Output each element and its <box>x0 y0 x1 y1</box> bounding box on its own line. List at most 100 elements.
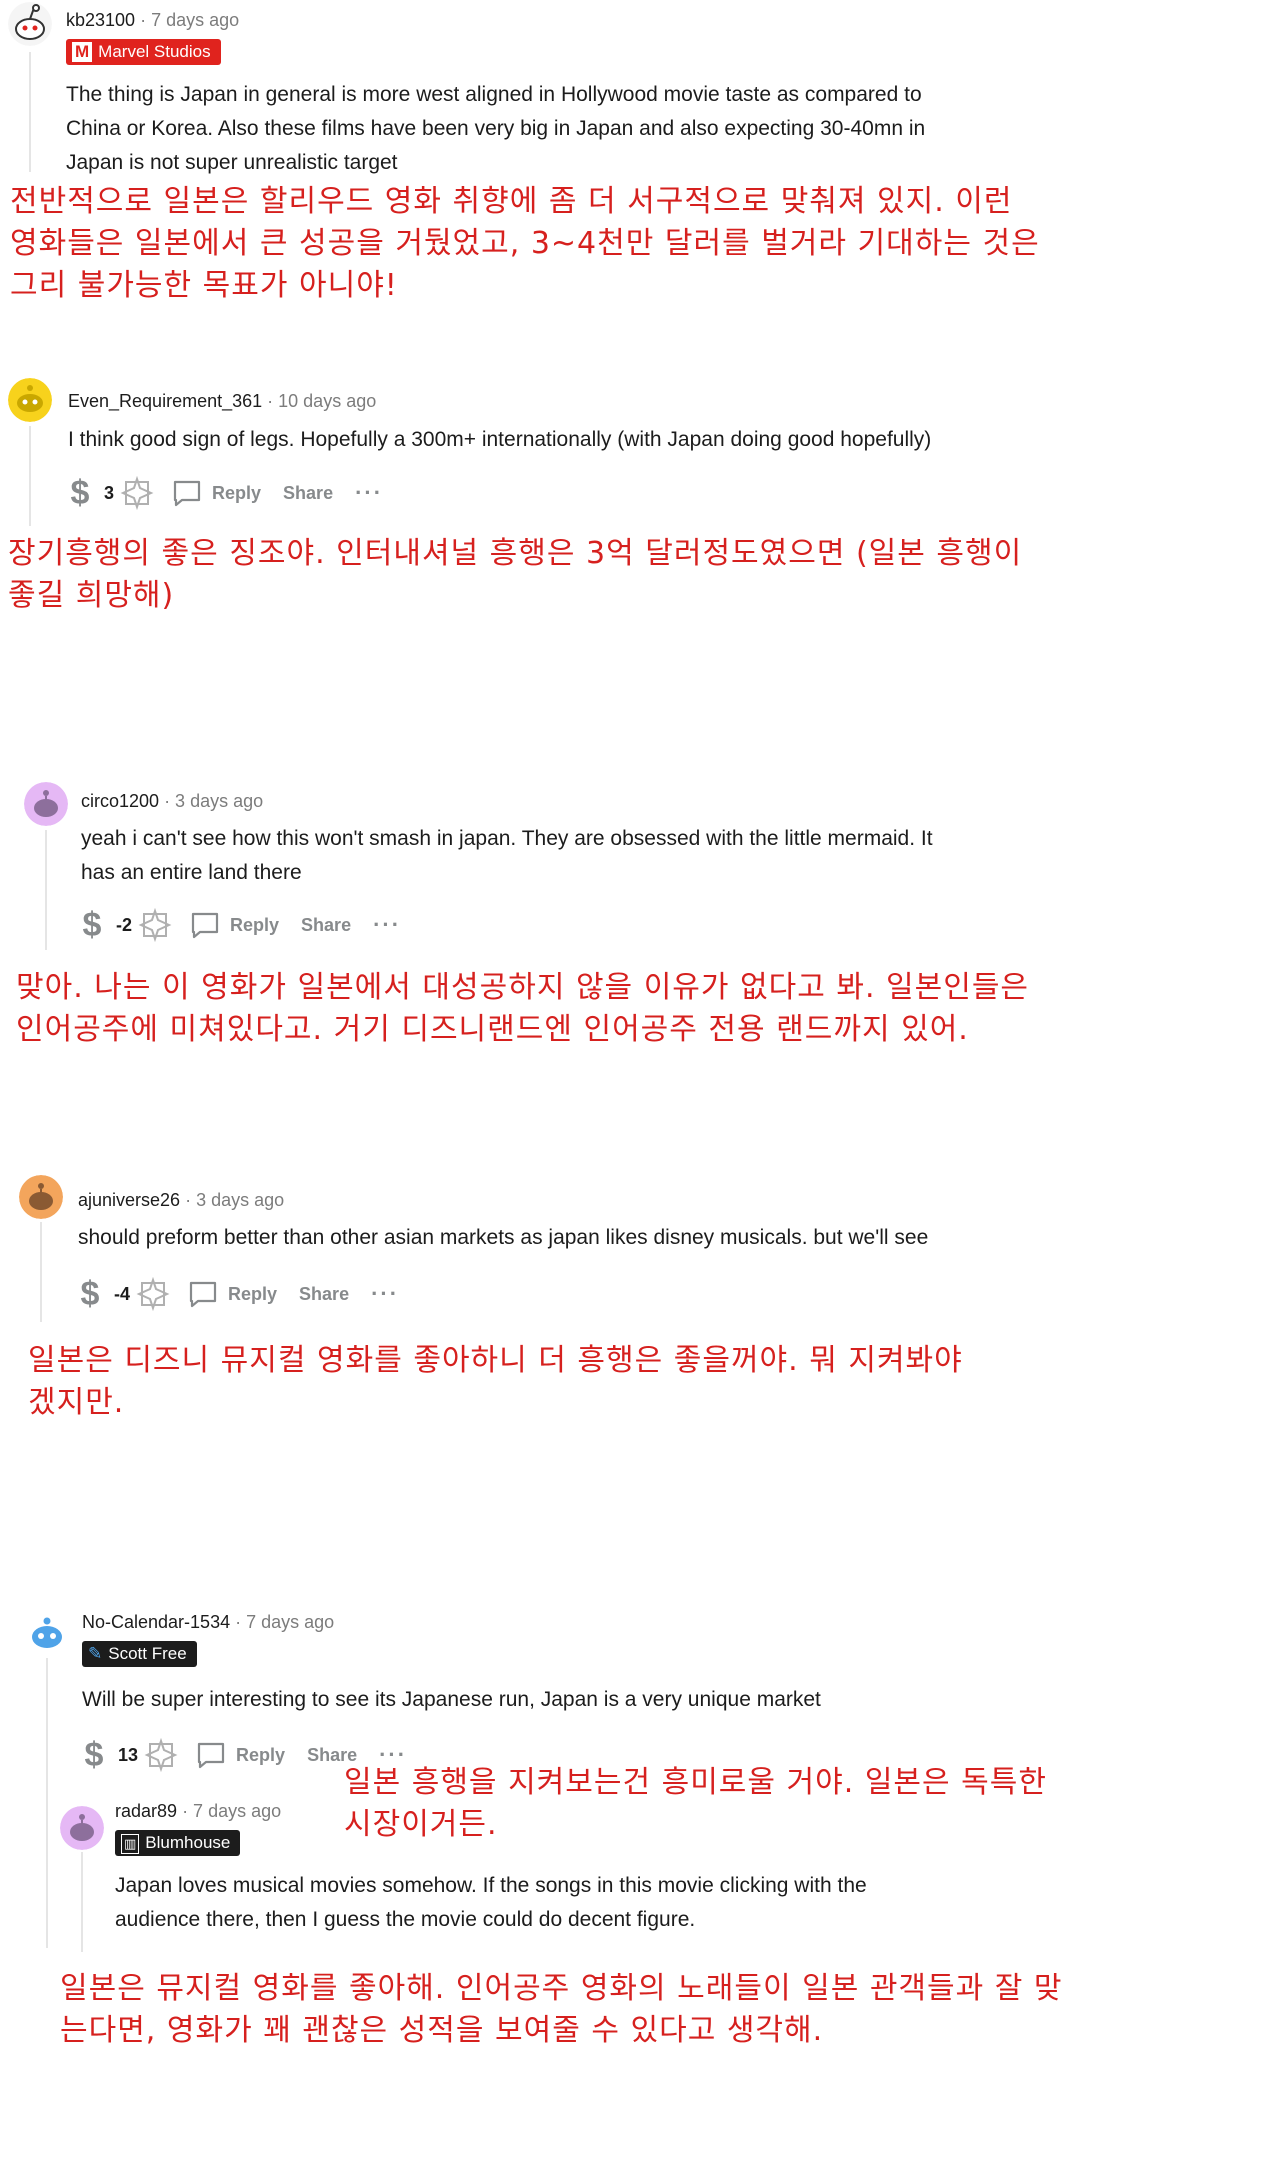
user-flair: ▥ Blumhouse <box>115 1830 241 1856</box>
feather-icon: ✎ <box>88 1644 103 1663</box>
translation-line: 일본은 뮤지컬 영화를 좋아해. 인어공주 영화의 노래들이 일본 관객들과 잘… <box>60 1971 1063 2006</box>
translation-line: 일본은 디즈니 뮤지컬 영화를 좋아하니 더 흥행은 좋을꺼야. 뭐 지켜봐야 <box>28 1343 963 1378</box>
korean-translation: 장기흥행의 좋은 징조야. 인터내셔널 흥행은 3억 달러정도였으면 (일본 흥… <box>8 533 1022 617</box>
username[interactable]: Even_Requirement_361 <box>68 391 262 411</box>
reply-button[interactable]: Reply <box>190 911 279 939</box>
comment-actions: $ -2 Reply Share ··· <box>78 905 401 945</box>
translation-line: 일본 흥행을 지켜보는건 흥미로울 거야. 일본은 독특한 <box>344 1765 1047 1800</box>
timestamp: · 3 days ago <box>164 791 264 811</box>
downvote-burst-icon[interactable] <box>138 908 172 942</box>
timestamp: · 10 days ago <box>267 391 377 411</box>
translation-line: 전반적으로 일본은 할리우드 영화 취향에 좀 더 서구적으로 맞춰져 있지. … <box>10 184 1013 219</box>
translation-line: 는다면, 영화가 꽤 괜찮은 성적을 보여줄 수 있다고 생각해. <box>60 2013 824 2048</box>
avatar[interactable] <box>24 782 68 826</box>
comment-bubble-icon <box>173 480 201 507</box>
comment-body: Will be super interesting to see its Jap… <box>82 1683 821 1717</box>
body-line: I think good sign of legs. Hopefully a 3… <box>68 428 932 451</box>
flair-label: Marvel Studios <box>98 42 211 61</box>
blumhouse-logo-icon: ▥ <box>121 1834 140 1854</box>
comment-bubble-icon <box>191 912 219 939</box>
reply-label: Reply <box>228 1283 278 1304</box>
username-line: circo1200 · 3 days ago <box>81 791 263 812</box>
username[interactable]: kb23100 <box>66 10 135 30</box>
timestamp: · 7 days ago <box>140 10 240 30</box>
vote-score: 3 <box>104 482 115 503</box>
body-line: audience there, then I guess the movie c… <box>115 1908 696 1931</box>
avatar[interactable] <box>60 1806 104 1850</box>
more-options-icon[interactable]: ··· <box>371 1281 399 1307</box>
reply-label: Reply <box>236 1744 286 1765</box>
user-flair: M Marvel Studios <box>66 39 221 65</box>
comment-actions: $ -4 Reply Share ··· <box>76 1274 399 1314</box>
reply-button[interactable]: Reply <box>172 479 261 507</box>
comment-body: I think good sign of legs. Hopefully a 3… <box>68 423 931 457</box>
username-line: ajuniverse26 · 3 days ago <box>78 1190 284 1211</box>
downvote-burst-icon[interactable] <box>136 1277 170 1311</box>
snoo-avatar-icon <box>19 1175 63 1219</box>
user-flair: ✎ Scott Free <box>82 1641 197 1667</box>
thread-line[interactable] <box>81 1852 83 1952</box>
avatar[interactable] <box>19 1175 63 1219</box>
avatar[interactable] <box>8 2 52 46</box>
comment-body: Japan loves musical movies somehow. If t… <box>115 1869 867 1937</box>
thread-line[interactable] <box>45 830 47 950</box>
snoo-avatar-icon <box>25 1611 69 1655</box>
body-line: Japan loves musical movies somehow. If t… <box>115 1874 867 1897</box>
flair-label: Blumhouse <box>145 1833 231 1852</box>
thread-line[interactable] <box>29 426 31 526</box>
award-dollar-icon[interactable]: $ <box>66 474 94 513</box>
downvote-burst-icon[interactable] <box>120 476 154 510</box>
comment-body: yeah i can't see how this won't smash in… <box>81 822 933 890</box>
reply-button[interactable]: Reply <box>196 1741 285 1769</box>
comment-body: should preform better than other asian m… <box>78 1221 928 1255</box>
translation-line: 인어공주에 미쳐있다고. 거기 디즈니랜드엔 인어공주 전용 랜드까지 있어. <box>16 1012 969 1047</box>
timestamp: · 3 days ago <box>185 1190 285 1210</box>
flair-label: Scott Free <box>108 1644 187 1663</box>
body-line: yeah i can't see how this won't smash in… <box>81 827 933 850</box>
translation-line: 장기흥행의 좋은 징조야. 인터내셔널 흥행은 3억 달러정도였으면 (일본 흥… <box>8 536 1023 571</box>
korean-translation: 일본은 뮤지컬 영화를 좋아해. 인어공주 영화의 노래들이 일본 관객들과 잘… <box>60 1968 1063 2052</box>
marvel-logo-icon: M <box>72 42 93 62</box>
snoo-avatar-icon <box>24 782 68 826</box>
reply-button[interactable]: Reply <box>188 1280 277 1308</box>
translation-line: 맞아. 나는 이 영화가 일본에서 대성공하지 않을 이유가 없다고 봐. 일본… <box>16 970 1030 1005</box>
comment-actions: $ 3 Reply Share ··· <box>66 473 383 513</box>
username-line: Even_Requirement_361 · 10 days ago <box>68 391 376 412</box>
username-line: radar89 · 7 days ago <box>115 1801 281 1822</box>
body-line: The thing is Japan in general is more we… <box>66 83 922 106</box>
share-button[interactable]: Share <box>283 483 333 504</box>
translation-line: 겠지만. <box>28 1385 125 1420</box>
comment-body: The thing is Japan in general is more we… <box>66 78 925 180</box>
body-line: should preform better than other asian m… <box>78 1226 929 1249</box>
thread-line[interactable] <box>40 1222 42 1322</box>
vote-score: -2 <box>116 914 133 935</box>
award-dollar-icon[interactable]: $ <box>78 906 106 945</box>
username[interactable]: radar89 <box>115 1801 177 1821</box>
reply-label: Reply <box>230 914 280 935</box>
thread-line[interactable] <box>46 1658 48 1948</box>
vote-score: -4 <box>114 1283 131 1304</box>
snoo-avatar-icon <box>60 1806 104 1850</box>
translation-line: 그리 불가능한 목표가 아니야! <box>10 268 398 303</box>
more-options-icon[interactable]: ··· <box>355 480 383 506</box>
share-button[interactable]: Share <box>301 915 351 936</box>
reply-label: Reply <box>212 482 262 503</box>
thread-line[interactable] <box>29 52 31 172</box>
more-options-icon[interactable]: ··· <box>373 912 401 938</box>
downvote-burst-icon[interactable] <box>144 1738 178 1772</box>
translation-line: 시장이거든. <box>344 1807 498 1842</box>
username[interactable]: No-Calendar-1534 <box>82 1612 230 1632</box>
comment-bubble-icon <box>197 1742 225 1769</box>
username[interactable]: circo1200 <box>81 791 159 811</box>
avatar[interactable] <box>8 378 52 422</box>
award-dollar-icon[interactable]: $ <box>80 1736 108 1775</box>
share-button[interactable]: Share <box>299 1284 349 1305</box>
comment-bubble-icon <box>189 1281 217 1308</box>
korean-translation: 전반적으로 일본은 할리우드 영화 취향에 좀 더 서구적으로 맞춰져 있지. … <box>10 181 1040 307</box>
body-line: Japan is not super unrealistic target <box>66 151 398 174</box>
body-line: China or Korea. Also these films have be… <box>66 117 926 140</box>
korean-translation: 맞아. 나는 이 영화가 일본에서 대성공하지 않을 이유가 없다고 봐. 일본… <box>16 967 1029 1051</box>
avatar[interactable] <box>25 1611 69 1655</box>
award-dollar-icon[interactable]: $ <box>76 1275 104 1314</box>
username[interactable]: ajuniverse26 <box>78 1190 180 1210</box>
